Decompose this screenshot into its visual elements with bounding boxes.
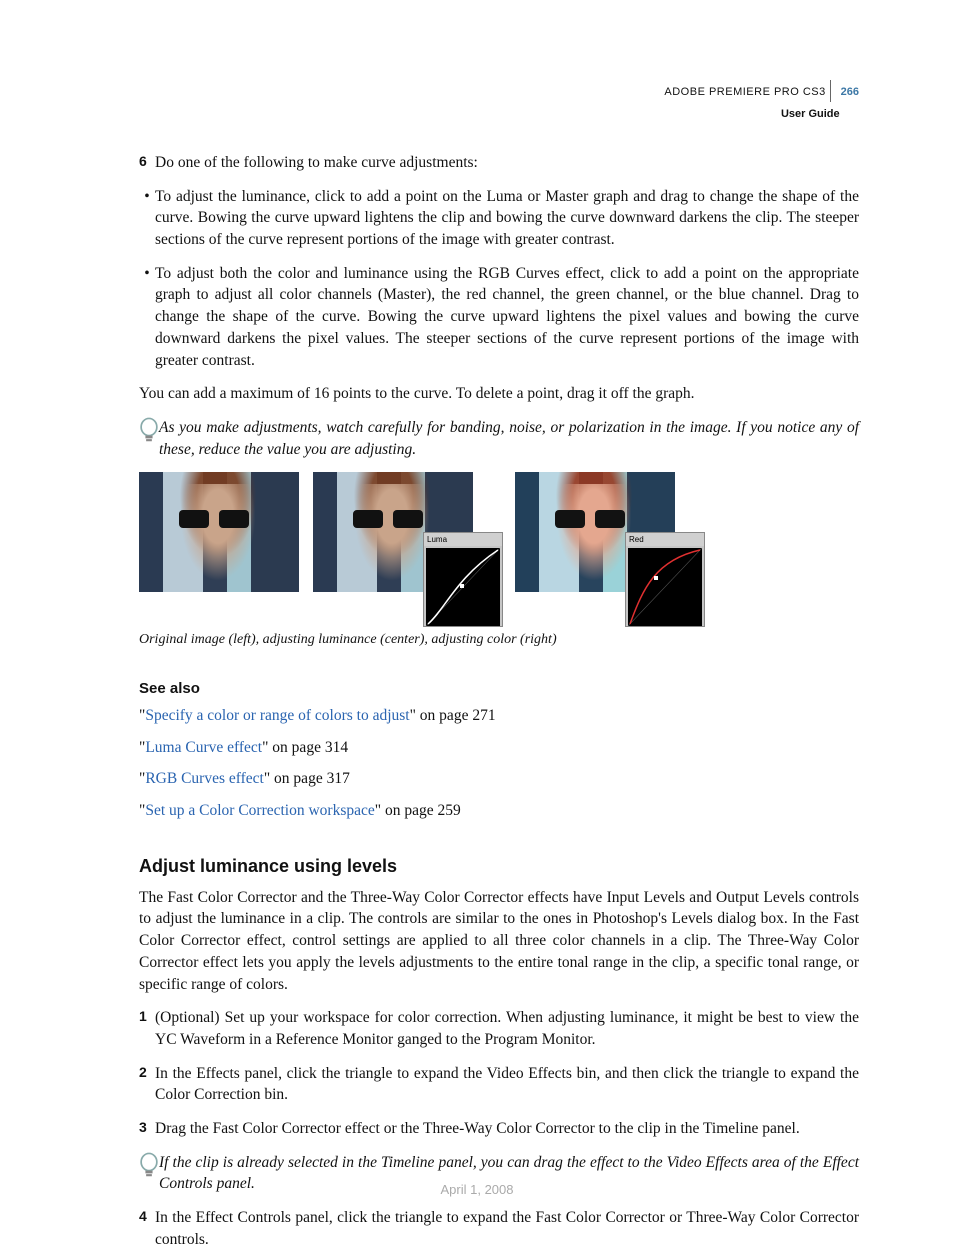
- link-rgb-curves[interactable]: RGB Curves effect: [145, 770, 264, 787]
- footer-date: April 1, 2008: [0, 1181, 954, 1199]
- see-also-item: "RGB Curves effect" on page 317: [139, 768, 859, 790]
- see-also-heading: See also: [139, 678, 859, 699]
- link-luma-curve[interactable]: Luma Curve effect: [145, 739, 262, 756]
- paragraph-max-points: You can add a maximum of 16 points to th…: [139, 383, 859, 405]
- step-text: In the Effect Controls panel, click the …: [155, 1207, 859, 1250]
- curve-label: Red: [626, 533, 704, 546]
- see-also-item: "Set up a Color Correction workspace" on…: [139, 800, 859, 822]
- step-number: 6: [139, 152, 155, 174]
- step-number: 3: [139, 1118, 155, 1140]
- section-intro: The Fast Color Corrector and the Three-W…: [139, 887, 859, 995]
- step-4: 4 In the Effect Controls panel, click th…: [139, 1207, 859, 1250]
- figure-row: Luma Red: [139, 472, 859, 592]
- see-also-item: "Specify a color or range of colors to a…: [139, 705, 859, 727]
- step-3: 3 Drag the Fast Color Corrector effect o…: [139, 1118, 859, 1140]
- step-text: Do one of the following to make curve ad…: [155, 152, 478, 174]
- step-text: (Optional) Set up your workspace for col…: [155, 1007, 859, 1050]
- header-product: ADOBE PREMIERE PRO CS3: [664, 86, 825, 98]
- luma-curve-graph: [426, 548, 500, 626]
- figure-color: Red: [515, 472, 675, 592]
- step-2: 2 In the Effects panel, click the triang…: [139, 1063, 859, 1106]
- figure-original: [139, 472, 299, 592]
- figure-caption: Original image (left), adjusting luminan…: [139, 630, 859, 650]
- see-also-item: "Luma Curve effect" on page 314: [139, 737, 859, 759]
- step-number: 4: [139, 1207, 155, 1250]
- step-text: In the Effects panel, click the triangle…: [155, 1063, 859, 1106]
- luma-curve-panel: Luma: [423, 532, 503, 627]
- step-6: 6 Do one of the following to make curve …: [139, 152, 859, 174]
- curve-label: Luma: [424, 533, 502, 546]
- figure-luminance: Luma: [313, 472, 473, 592]
- header-subtitle: User Guide: [781, 108, 840, 120]
- step-1: 1 (Optional) Set up your workspace for c…: [139, 1007, 859, 1050]
- bullet-rgb: • To adjust both the color and luminance…: [139, 263, 859, 371]
- bullet-icon: •: [139, 263, 155, 371]
- bullet-text: To adjust both the color and luminance u…: [155, 263, 859, 371]
- bullet-luminance: • To adjust the luminance, click to add …: [139, 186, 859, 251]
- lightbulb-icon: [139, 417, 159, 460]
- link-specify-color[interactable]: Specify a color or range of colors to ad…: [145, 707, 409, 724]
- tip-banding: As you make adjustments, watch carefully…: [139, 417, 859, 460]
- page-header: ADOBE PREMIERE PRO CS3 266 User Guide: [664, 80, 859, 123]
- step-number: 1: [139, 1007, 155, 1050]
- red-curve-panel: Red: [625, 532, 705, 627]
- step-number: 2: [139, 1063, 155, 1106]
- bullet-text: To adjust the luminance, click to add a …: [155, 186, 859, 251]
- page-content: 6 Do one of the following to make curve …: [139, 152, 859, 1250]
- page-number: 266: [841, 86, 859, 98]
- step-text: Drag the Fast Color Corrector effect or …: [155, 1118, 800, 1140]
- section-title-levels: Adjust luminance using levels: [139, 854, 859, 879]
- red-curve-graph: [628, 548, 702, 626]
- bullet-icon: •: [139, 186, 155, 251]
- tip-text: As you make adjustments, watch carefully…: [159, 417, 859, 460]
- link-color-correction-workspace[interactable]: Set up a Color Correction workspace: [145, 802, 374, 819]
